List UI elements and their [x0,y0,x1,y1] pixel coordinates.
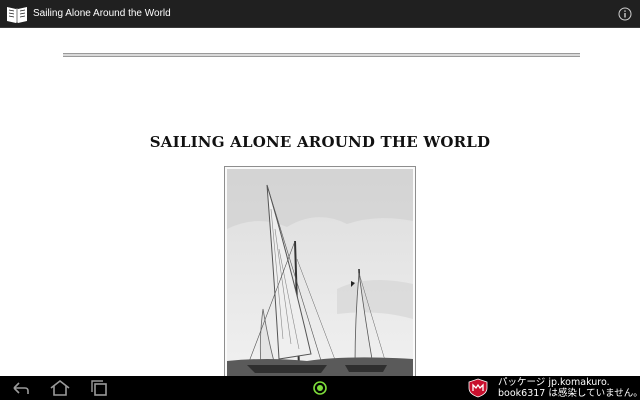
back-icon[interactable] [8,378,32,398]
antivirus-shield-icon[interactable] [466,378,490,398]
app-title: Sailing Alone Around the World [33,8,171,19]
action-bar: Sailing Alone Around the World [0,0,640,28]
info-icon[interactable] [618,7,632,21]
navigation-bar: パッケージ jp.komakuro. book6317 は感染していません。 [0,376,640,400]
home-icon[interactable] [48,378,72,398]
notification-line-1: パッケージ jp.komakuro. [498,377,610,388]
reader-page[interactable]: SAILING ALONE AROUND THE WORLD [0,28,640,376]
status-dot-icon[interactable] [308,378,332,398]
sailboat-illustration [224,166,416,376]
book-title: SAILING ALONE AROUND THE WORLD [149,133,491,151]
book-icon[interactable] [6,4,28,24]
recent-apps-icon[interactable] [88,378,112,398]
notification-text[interactable]: パッケージ jp.komakuro. book6317 は感染していません。 [498,377,640,399]
notification-line-2: book6317 は感染していません。 [498,388,640,399]
horizontal-rule [63,53,580,57]
